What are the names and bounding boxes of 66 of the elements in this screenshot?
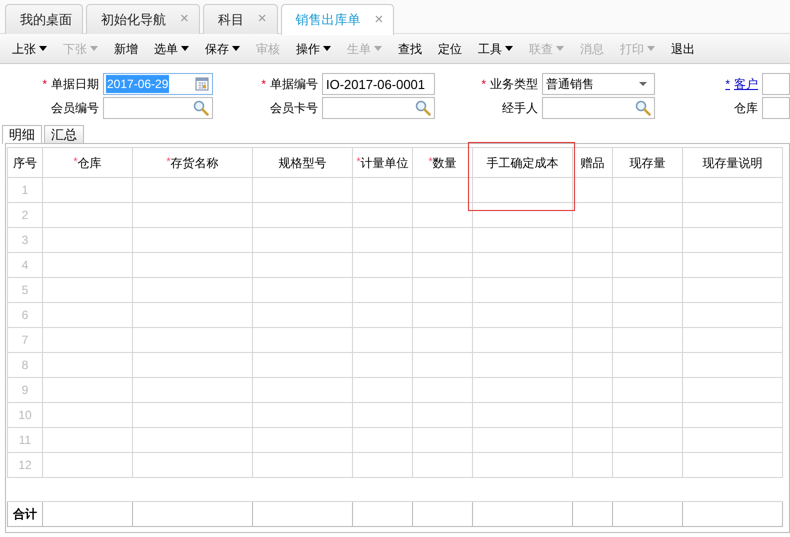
toolbar-button[interactable]: 选单 <box>146 34 197 64</box>
calendar-icon[interactable] <box>195 77 209 91</box>
toolbar-button[interactable]: 工具 <box>470 34 521 64</box>
column-header: *存货名称 <box>132 148 252 178</box>
detail-tab[interactable]: 明细 <box>2 125 42 144</box>
page-tab[interactable]: 初始化导航 × <box>86 4 200 34</box>
dropdown-arrow-icon[interactable] <box>638 81 648 87</box>
column-header: 赠品 <box>572 148 612 178</box>
column-header: *仓库 <box>42 148 132 178</box>
detail-tab[interactable]: 汇总 <box>44 125 84 143</box>
toolbar-button[interactable]: 上张 <box>4 34 55 64</box>
field-label: 经手人 <box>502 101 538 115</box>
toolbar-button[interactable]: 定位 <box>430 34 470 64</box>
search-icon[interactable] <box>415 100 431 116</box>
page-tab[interactable]: 科目 × <box>202 4 278 34</box>
field-label: * 单据编号 <box>261 77 318 91</box>
caret-icon <box>505 46 513 51</box>
input-field[interactable]: IO-2017-06-0001 <box>322 73 435 95</box>
field-label: * 单据日期 <box>42 77 99 91</box>
row-number: 9 <box>8 378 42 402</box>
row-number: 11 <box>8 428 42 452</box>
row-number: 1 <box>8 178 42 202</box>
caret-icon <box>556 46 564 51</box>
row-number: 8 <box>8 352 42 378</box>
field-label: 会员编号 <box>51 101 99 115</box>
toolbar-button[interactable]: 退出 <box>663 34 703 64</box>
row-number: 12 <box>8 452 42 478</box>
row-number: 5 <box>8 278 42 302</box>
column-header: 现存量 <box>612 148 682 178</box>
input-field[interactable] <box>322 97 435 119</box>
column-header: *计量单位 <box>352 148 412 178</box>
column-header: 现存量说明 <box>682 148 782 178</box>
row-number: 10 <box>8 402 42 428</box>
row-number: 3 <box>8 228 42 252</box>
input-field[interactable] <box>762 97 790 119</box>
row-number: 4 <box>8 252 42 278</box>
toolbar-button[interactable]: 查找 <box>390 34 430 64</box>
toolbar-button[interactable]: 操作 <box>288 34 339 64</box>
caret-icon <box>232 46 240 51</box>
column-header: 规格型号 <box>252 148 352 178</box>
caret-icon <box>647 46 655 51</box>
search-icon[interactable] <box>193 100 209 116</box>
toolbar-button[interactable]: 保存 <box>197 34 248 64</box>
caret-icon <box>323 46 331 51</box>
customer-link[interactable]: * 客户 <box>725 77 758 91</box>
column-header: *数量 <box>412 148 472 178</box>
search-icon[interactable] <box>635 100 651 116</box>
toolbar-button[interactable]: 新增 <box>106 34 146 64</box>
select-field[interactable]: 普通销售 <box>542 73 655 95</box>
caret-icon <box>39 46 47 51</box>
input-field[interactable] <box>542 97 655 119</box>
input-field[interactable] <box>762 73 790 95</box>
input-field[interactable] <box>103 97 213 119</box>
caret-icon <box>374 46 382 51</box>
row-number: 6 <box>8 302 42 328</box>
row-number: 7 <box>8 328 42 352</box>
column-header: 手工确定成本 <box>472 148 572 178</box>
column-header: 序号 <box>8 148 42 178</box>
field-label: * 业务类型 <box>481 77 538 91</box>
caret-icon <box>181 46 189 51</box>
row-number: 2 <box>8 202 42 228</box>
total-label: 合计 <box>8 502 42 526</box>
page-tab[interactable]: 我的桌面 <box>5 4 83 34</box>
field-label: 会员卡号 <box>270 101 318 115</box>
caret-icon <box>90 46 98 51</box>
field-label: 仓库 <box>734 101 758 115</box>
